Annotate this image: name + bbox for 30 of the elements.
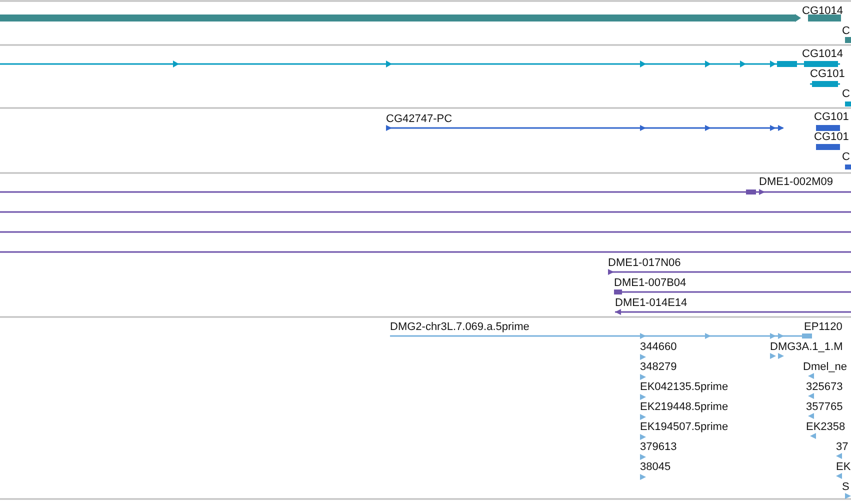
feature-label: EK194507.5prime	[640, 421, 728, 433]
feature-label: 344660	[640, 341, 677, 353]
feature-label: 348279	[640, 361, 677, 373]
feature-label: 379613	[640, 441, 677, 453]
feature-label: 357765	[806, 401, 843, 413]
feature-label: EK	[836, 461, 851, 473]
feature-label: CG1014	[802, 48, 843, 60]
feature-label: C	[842, 88, 850, 100]
feature-label: C	[842, 25, 850, 37]
feature-label: DME1-014E14	[615, 297, 688, 309]
feature-label: EP1120	[804, 321, 842, 333]
feature-label: 37	[836, 441, 848, 453]
feature-label: DME1-002M09	[759, 176, 833, 188]
feature-label: EK2358	[806, 421, 846, 433]
feature-label: CG101	[814, 111, 849, 123]
feature-label: EK219448.5prime	[640, 401, 728, 413]
feature-label: DMG3A.1_1.M	[770, 341, 843, 353]
feature-label: CG42747-PC	[386, 113, 452, 125]
feature-label: CG101	[814, 131, 849, 143]
feature-label: EK042135.5prime	[640, 381, 728, 393]
feature-label: DMG2-chr3L.7.069.a.5prime	[390, 321, 530, 333]
feature-label: CG101	[810, 68, 845, 80]
feature-label: C	[842, 151, 850, 163]
feature-label: CG1014	[802, 5, 843, 17]
feature-label: Dmel_ne	[803, 361, 848, 373]
feature-label: DME1-007B04	[614, 277, 686, 289]
feature-label: 38045	[640, 461, 671, 473]
feature-label: S	[842, 481, 850, 493]
feature-label: DME1-017N06	[608, 257, 681, 269]
feature-label: 325673	[806, 381, 843, 393]
